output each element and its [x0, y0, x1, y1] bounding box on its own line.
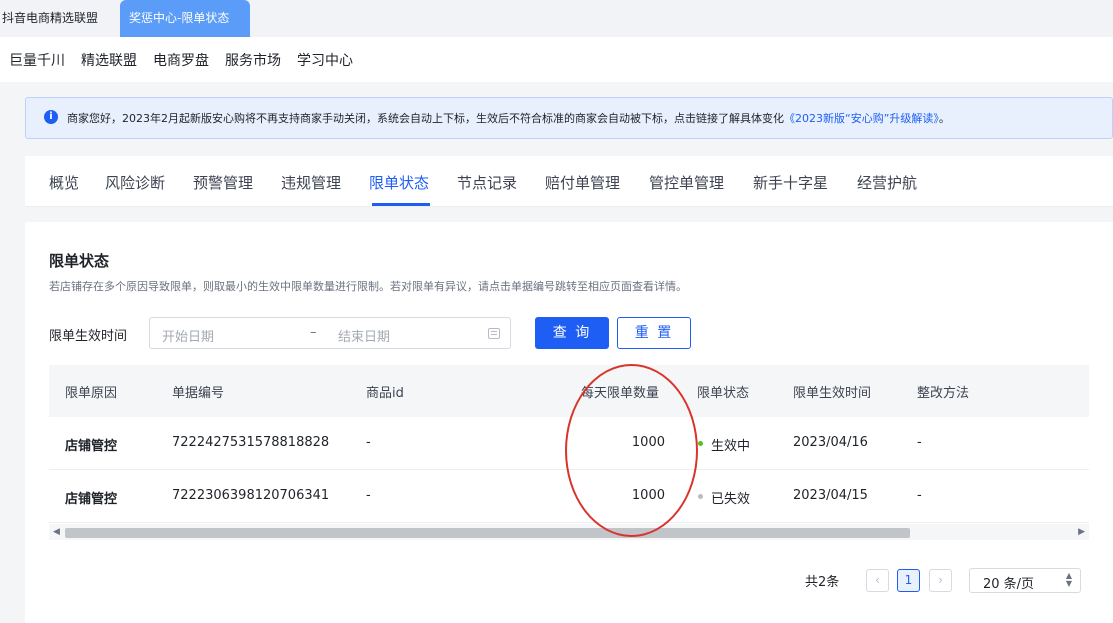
cell-product-id: -: [366, 435, 371, 450]
col-header-fix-method: 整改方法: [917, 386, 970, 401]
col-header-status: 限单状态: [697, 386, 750, 401]
browser-tab-jingxuan-lianmeng[interactable]: 抖音电商精选联盟: [0, 0, 120, 37]
red-circle-annotation: [565, 364, 698, 537]
tab-compensation[interactable]: 赔付单管理: [545, 172, 620, 193]
date-separator: –: [310, 325, 317, 340]
top-nav-item-jingxuan[interactable]: 精选联盟: [81, 50, 137, 70]
top-nav-item-qianchuan[interactable]: 巨量千川: [9, 50, 65, 70]
tab-order-limit-status[interactable]: 限单状态: [369, 172, 429, 193]
horizontal-scrollbar[interactable]: ◀ ▶: [49, 524, 1089, 540]
status-dot-inactive: [698, 494, 703, 499]
notice-suffix: 。: [938, 112, 950, 125]
notice-link[interactable]: 《2023新版“安心购”升级解读》: [784, 112, 939, 125]
cell-fix-method: -: [917, 435, 922, 450]
cell-doc-no-link[interactable]: 7222306398120706341: [172, 488, 329, 503]
info-icon: i: [44, 110, 58, 124]
end-date-input[interactable]: 结束日期: [338, 326, 390, 345]
cell-reason: 店铺管控: [65, 492, 118, 507]
col-header-product-id: 商品id: [366, 386, 404, 401]
cell-effective-time: 2023/04/16: [793, 435, 868, 450]
tab-violation-management[interactable]: 违规管理: [281, 172, 341, 193]
page-size-select[interactable]: 20 条/页 ▲ ▼: [969, 568, 1081, 593]
cell-product-id: -: [366, 488, 371, 503]
select-arrows-icon: ▲ ▼: [1065, 571, 1072, 588]
browser-tab-bar: 抖音电商精选联盟 奖惩中心-限单状态: [0, 0, 1113, 37]
tab-newbie-star[interactable]: 新手十字星: [753, 172, 828, 193]
browser-tab-xiandan-status[interactable]: 奖惩中心-限单状态: [120, 0, 250, 37]
query-button[interactable]: 查 询: [535, 317, 609, 349]
reset-button[interactable]: 重 置: [617, 317, 691, 349]
page-description: 若店铺存在多个原因导致限单，则取最小的生效中限单数量进行限制。若对限单有异议，请…: [49, 280, 687, 293]
scroll-right-arrow-icon[interactable]: ▶: [1078, 527, 1085, 537]
filter-label: 限单生效时间: [49, 329, 128, 344]
table-header: 限单原因 单据编号 商品id 每天限单数量 限单状态 限单生效时间 整改方法: [49, 365, 1089, 417]
page-title: 限单状态: [49, 252, 110, 270]
cell-fix-method: -: [917, 488, 922, 503]
col-header-reason: 限单原因: [65, 386, 118, 401]
cell-reason: 店铺管控: [65, 439, 118, 454]
cell-doc-no-link[interactable]: 7222427531578818828: [172, 435, 329, 450]
cell-status: 已失效: [711, 492, 751, 507]
scrollbar-thumb[interactable]: [65, 528, 910, 538]
sub-tabs: 概览 风险诊断 预警管理 违规管理 限单状态 节点记录 赔付单管理 管控单管理 …: [25, 156, 1113, 207]
scroll-left-arrow-icon[interactable]: ◀: [53, 527, 60, 537]
notice-text: 商家您好，2023年2月起新版安心购将不再支持商家手动关闭，系统会自动上下标，生…: [67, 110, 950, 126]
tab-warning-management[interactable]: 预警管理: [193, 172, 253, 193]
start-date-input[interactable]: 开始日期: [162, 326, 214, 345]
tab-business-escort[interactable]: 经营护航: [857, 172, 917, 193]
next-page-button[interactable]: ›: [929, 569, 952, 592]
top-nav-item-service-market[interactable]: 服务市场: [225, 50, 281, 70]
notice-message: 商家您好，2023年2月起新版安心购将不再支持商家手动关闭，系统会自动上下标，生…: [67, 112, 784, 125]
tab-control-orders[interactable]: 管控单管理: [649, 172, 724, 193]
col-header-doc-no: 单据编号: [172, 386, 225, 401]
tab-overview[interactable]: 概览: [49, 172, 79, 193]
page-number-current[interactable]: 1: [897, 569, 920, 592]
tab-node-records[interactable]: 节点记录: [457, 172, 517, 193]
date-range-picker[interactable]: 开始日期 – 结束日期: [149, 317, 511, 349]
top-nav-item-luopan[interactable]: 电商罗盘: [153, 50, 209, 70]
top-nav: 巨量千川 精选联盟 电商罗盘 服务市场 学习中心: [0, 37, 1113, 82]
cell-status: 生效中: [711, 439, 751, 454]
cell-effective-time: 2023/04/15: [793, 488, 868, 503]
page-size-value: 20 条/页: [983, 577, 1035, 592]
prev-page-button[interactable]: ‹: [866, 569, 889, 592]
status-dot-active: [698, 441, 703, 446]
col-header-effective-time: 限单生效时间: [793, 386, 872, 401]
tab-risk-diagnosis[interactable]: 风险诊断: [105, 172, 165, 193]
calendar-icon[interactable]: [488, 328, 500, 339]
active-tab-underline: [372, 203, 430, 206]
notice-banner: i 商家您好，2023年2月起新版安心购将不再支持商家手动关闭，系统会自动上下标…: [25, 97, 1113, 139]
pagination-total: 共2条: [805, 575, 840, 590]
top-nav-item-learning[interactable]: 学习中心: [297, 50, 353, 70]
